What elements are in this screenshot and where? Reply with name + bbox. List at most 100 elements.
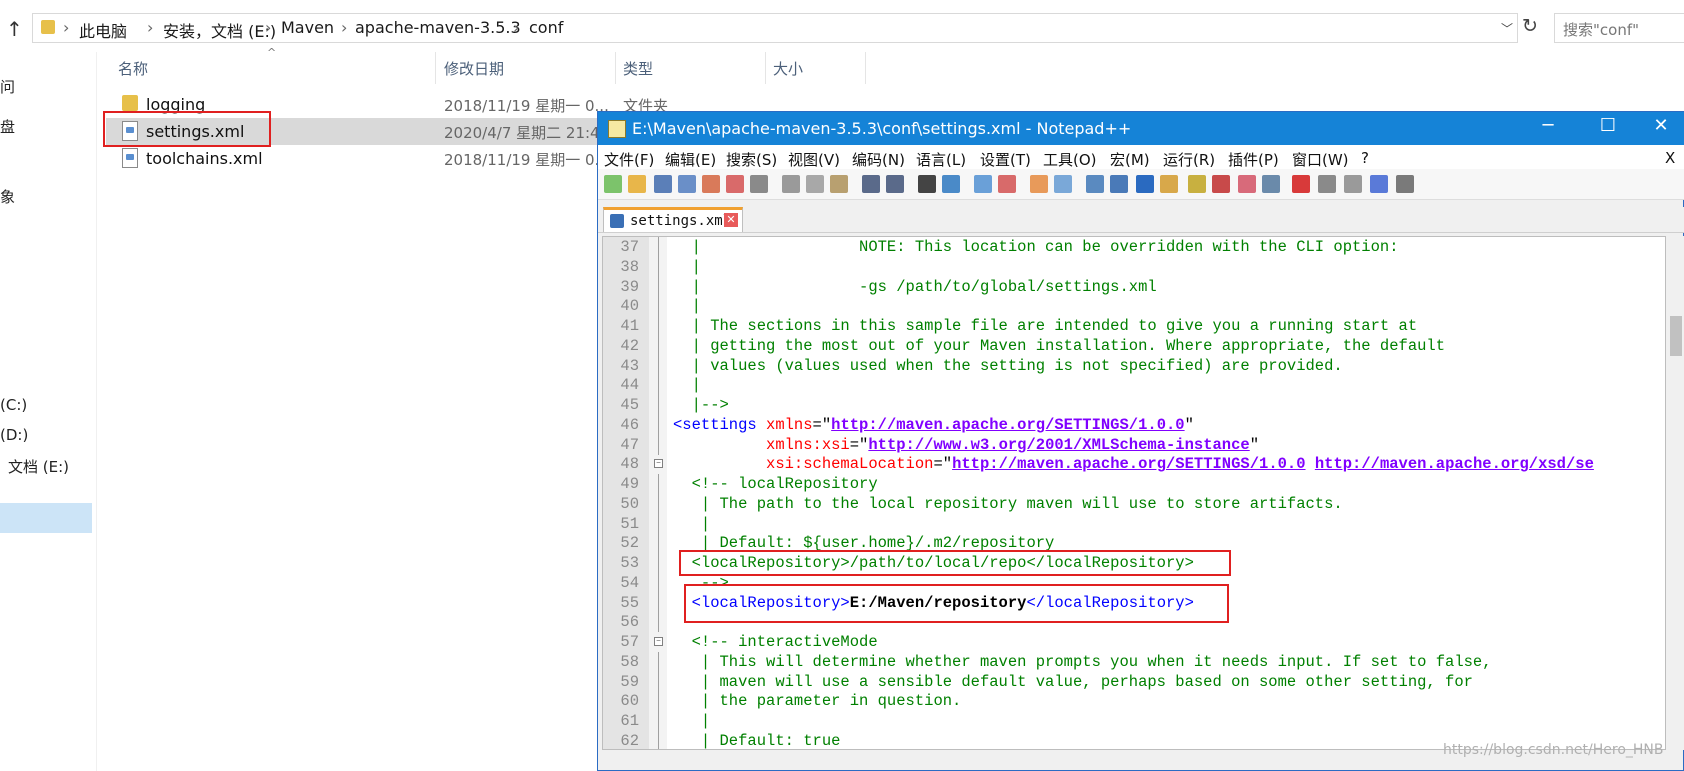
column-header-size[interactable]: 大小 xyxy=(773,58,803,79)
open-file-icon[interactable] xyxy=(628,175,646,193)
column-divider[interactable] xyxy=(435,52,436,84)
breadcrumb-this-pc[interactable]: 此电脑 xyxy=(79,18,127,42)
chevron-right-icon[interactable]: › xyxy=(147,18,153,37)
title-bar[interactable]: E:\Maven\apache-maven-3.5.3\conf\setting… xyxy=(598,112,1684,145)
close-file-icon[interactable] xyxy=(702,175,720,193)
menu-settings[interactable]: 设置(T) xyxy=(980,149,1031,170)
column-header-type[interactable]: 类型 xyxy=(623,58,653,79)
close-icon[interactable]: ✕ xyxy=(1641,115,1681,136)
code-line[interactable]: 39 | -gs /path/to/global/settings.xml xyxy=(603,276,1665,297)
replace-icon[interactable] xyxy=(942,175,960,193)
play-macro-icon[interactable] xyxy=(1344,175,1362,193)
code-line[interactable]: 45 |--> xyxy=(603,395,1665,415)
code-line[interactable]: 58 | This will determine whether maven p… xyxy=(603,651,1665,672)
column-header-date[interactable]: 修改日期 xyxy=(444,58,504,79)
new-file-icon[interactable] xyxy=(604,175,622,193)
show-all-chars-icon[interactable] xyxy=(1110,175,1128,193)
menu-plugins[interactable]: 插件(P) xyxy=(1228,149,1279,170)
code-line[interactable]: 51 | xyxy=(603,513,1665,534)
code-line[interactable]: 43 | values (values used when the settin… xyxy=(603,355,1665,376)
doc-map-icon[interactable] xyxy=(1188,175,1206,193)
redo-icon[interactable] xyxy=(886,175,904,193)
up-arrow-icon[interactable]: ↑ xyxy=(6,17,23,41)
menu-language[interactable]: 语言(L) xyxy=(916,149,966,170)
menu-encoding[interactable]: 编码(N) xyxy=(852,149,905,170)
undo-icon[interactable] xyxy=(862,175,880,193)
nav-item-objects[interactable]: 象 xyxy=(0,186,15,207)
menu-file[interactable]: 文件(F) xyxy=(604,149,654,170)
word-wrap-icon[interactable] xyxy=(1086,175,1104,193)
breadcrumb-maven[interactable]: Maven xyxy=(281,18,334,37)
indent-guide-icon[interactable] xyxy=(1136,175,1154,193)
run-macro-multiple-icon[interactable] xyxy=(1370,175,1388,193)
stop-macro-icon[interactable] xyxy=(1318,175,1336,193)
code-line[interactable]: 60 | the parameter in question. xyxy=(603,691,1665,712)
menu-run[interactable]: 运行(R) xyxy=(1163,149,1215,170)
nav-item-drive-e[interactable]: 文档 (E:) xyxy=(8,456,69,477)
print-icon[interactable] xyxy=(750,175,768,193)
code-line[interactable]: 47 xmlns:xsi="http://www.w3.org/2001/XML… xyxy=(603,434,1665,455)
column-divider[interactable] xyxy=(765,52,766,84)
save-macro-icon[interactable] xyxy=(1396,175,1414,193)
folder-workspace-icon[interactable] xyxy=(1238,175,1256,193)
code-line[interactable]: 57 − <!-- interactiveMode xyxy=(603,632,1665,652)
chevron-right-icon[interactable]: › xyxy=(513,18,519,37)
zoom-in-icon[interactable] xyxy=(974,175,992,193)
menu-help[interactable]: ? xyxy=(1361,149,1369,167)
menu-macro[interactable]: 宏(M) xyxy=(1110,149,1150,170)
nav-item-drive[interactable]: 盘 xyxy=(0,116,15,137)
menu-view[interactable]: 视图(V) xyxy=(788,149,840,170)
column-divider[interactable] xyxy=(865,52,866,84)
code-line[interactable]: 40 | xyxy=(603,296,1665,317)
code-line[interactable]: 61 | xyxy=(603,711,1665,731)
address-box[interactable]: › 此电脑 › 安装，文档 (E:) › Maven › apache-mave… xyxy=(32,13,1518,43)
close-all-icon[interactable] xyxy=(726,175,744,193)
save-icon[interactable] xyxy=(654,175,672,193)
sync-vertical-icon[interactable] xyxy=(1030,175,1048,193)
save-all-icon[interactable] xyxy=(678,175,696,193)
menu-close-document[interactable]: X xyxy=(1665,149,1675,167)
fold-toggle-icon[interactable]: − xyxy=(654,459,663,469)
code-line[interactable]: 50 | The path to the local repository ma… xyxy=(603,493,1665,514)
chevron-right-icon[interactable]: › xyxy=(265,18,271,37)
chevron-right-icon[interactable]: › xyxy=(341,18,347,37)
zoom-out-icon[interactable] xyxy=(998,175,1016,193)
chevron-down-icon[interactable]: ﹀ xyxy=(1501,20,1513,37)
nav-item-quick-access[interactable]: 问 xyxy=(0,76,15,97)
copy-icon[interactable] xyxy=(806,175,824,193)
breadcrumb-drive-e[interactable]: 安装，文档 (E:) xyxy=(163,18,276,42)
nav-item-drive-d[interactable]: (D:) xyxy=(0,426,28,444)
minimize-icon[interactable]: ─ xyxy=(1528,115,1568,136)
fold-toggle-icon[interactable]: − xyxy=(654,637,663,646)
breadcrumb-apache-maven[interactable]: apache-maven-3.5.3 xyxy=(355,18,521,37)
vertical-scrollbar[interactable] xyxy=(1668,236,1684,750)
tab-settings-xml[interactable]: settings.xml ✕ xyxy=(603,207,743,232)
breadcrumb-conf[interactable]: conf xyxy=(529,18,563,37)
code-line[interactable]: 41 | The sections in this sample file ar… xyxy=(603,316,1665,336)
nav-item-drive-c[interactable]: (C:) xyxy=(0,396,27,414)
code-line[interactable]: 46 <settings xmlns="http://maven.apache.o… xyxy=(603,414,1665,435)
record-macro-icon[interactable] xyxy=(1292,175,1310,193)
user-language-icon[interactable] xyxy=(1160,175,1178,193)
code-line[interactable]: 44 | xyxy=(603,375,1665,396)
cut-icon[interactable] xyxy=(782,175,800,193)
chevron-right-icon[interactable]: › xyxy=(63,18,69,37)
menu-window[interactable]: 窗口(W) xyxy=(1292,149,1349,170)
sync-horizontal-icon[interactable] xyxy=(1054,175,1072,193)
code-line[interactable]: 59 | maven will use a sensible default v… xyxy=(603,671,1665,692)
code-line[interactable]: 48− xsi:schemaLocation="http://maven.apa… xyxy=(603,454,1665,474)
menu-tools[interactable]: 工具(O) xyxy=(1043,149,1097,170)
search-input[interactable]: 搜索"conf" xyxy=(1554,13,1684,43)
refresh-icon[interactable]: ↻ xyxy=(1522,15,1538,37)
tab-close-icon[interactable]: ✕ xyxy=(724,213,738,227)
code-line[interactable]: 38 | xyxy=(603,256,1665,277)
find-icon[interactable] xyxy=(918,175,936,193)
code-line[interactable]: 42 | getting the most out of your Maven … xyxy=(603,335,1665,356)
maximize-icon[interactable]: ☐ xyxy=(1588,115,1628,136)
paste-icon[interactable] xyxy=(830,175,848,193)
monitoring-icon[interactable] xyxy=(1262,175,1280,193)
scrollbar-thumb[interactable] xyxy=(1670,316,1682,356)
column-header-name[interactable]: 名称 xyxy=(118,58,148,79)
code-line[interactable]: 49 <!-- localRepository xyxy=(603,474,1665,494)
code-editor[interactable]: 37 | NOTE: This location can be overridd… xyxy=(602,236,1666,750)
